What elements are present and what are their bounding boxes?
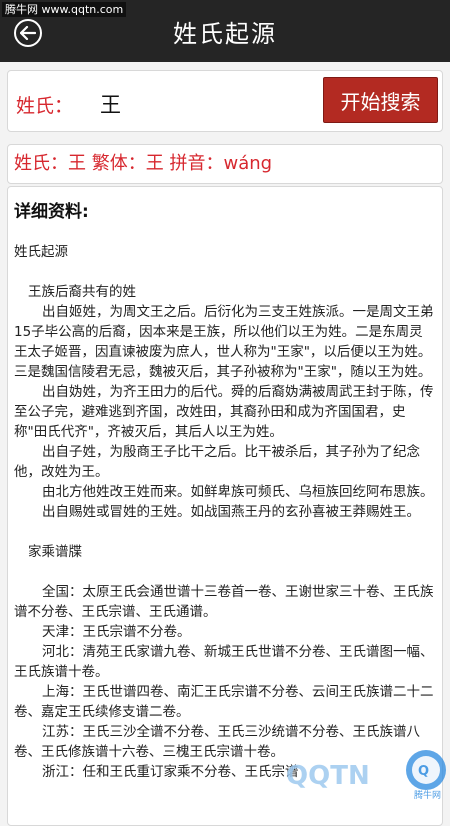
genealogy-item: 上海：王氏世谱四卷、南汇王氏宗谱不分卷、云间王氏族谱二十二卷、嘉定王氏续修支谱二… — [14, 684, 434, 720]
back-arrow-icon — [20, 26, 36, 40]
detail-panel[interactable]: 详细资料: 姓氏起源 王族后裔共有的姓 出自姬姓，为周文王之后。后衍化为三支王姓… — [7, 186, 443, 826]
detail-content: 姓氏起源 王族后裔共有的姓 出自姬姓，为周文王之后。后衍化为三支王姓族派。一是周… — [14, 242, 436, 782]
section-subtitle: 王族后裔共有的姓 — [28, 284, 136, 300]
surname-input[interactable]: 王 — [100, 89, 121, 119]
detail-header: 详细资料: — [14, 202, 89, 222]
section-title: 家乘谱牒 — [28, 544, 82, 560]
origin-paragraph: 出自姬姓，为周文王之后。后衍化为三支王姓族派。一是周文王弟15子毕公高的后裔，因… — [14, 304, 434, 380]
traditional-label: 繁体： — [91, 153, 146, 174]
site-watermark: 腾牛网 www.qqtn.com — [2, 2, 127, 17]
title-bar: 腾牛网 www.qqtn.com 姓氏起源 — [0, 0, 450, 62]
surname-value: 王 — [68, 153, 86, 174]
genealogy-item: 天津：王氏宗谱不分卷。 — [42, 624, 191, 640]
logo-sub-text: 腾牛网 — [414, 789, 441, 800]
qqtn-logo-watermark: Q QQTN 腾牛网 — [286, 750, 446, 800]
search-panel: 姓氏： 王 开始搜索 — [7, 70, 443, 132]
genealogy-item: 全国：太原王氏会通世谱十三卷首一卷、王谢世家三十卷、王氏族谱不分卷、王氏宗谱、王… — [14, 584, 434, 620]
origin-paragraph: 出自赐姓或冒姓的王姓。如战国燕王丹的玄孙喜被王莽赐姓王。 — [42, 504, 420, 520]
origin-paragraph: 出自妫姓，为齐王田力的后代。舜的后裔妫满被周武王封于陈，传至公子完，避难逃到齐国… — [14, 384, 434, 440]
surname-info-bar: 姓氏：王 繁体：王 拼音：wáng — [7, 144, 443, 184]
origin-paragraph: 出自子姓，为殷商王子比干之后。比干被杀后，其子孙为了纪念他，改姓为王。 — [14, 444, 420, 480]
genealogy-item: 河北：清苑王氏家谱九卷、新城王氏世谱不分卷、王氏谱图一幅、王氏族谱十卷。 — [14, 644, 434, 680]
search-label: 姓氏： — [16, 95, 74, 117]
origin-paragraph: 由北方他姓改王姓而来。如鲜卑族可频氏、乌桓族回纥阿布思族。 — [42, 484, 434, 500]
svg-text:Q: Q — [418, 764, 429, 779]
back-button[interactable] — [14, 19, 42, 47]
logo-text: QQTN — [286, 761, 370, 791]
surname-label: 姓氏： — [14, 153, 68, 174]
pinyin-value: wáng — [223, 153, 273, 174]
traditional-value: 王 — [145, 153, 164, 174]
section-title: 姓氏起源 — [14, 244, 68, 260]
pinyin-label: 拼音： — [169, 153, 224, 174]
start-search-button[interactable]: 开始搜索 — [323, 77, 438, 123]
page-title: 姓氏起源 — [173, 19, 277, 48]
